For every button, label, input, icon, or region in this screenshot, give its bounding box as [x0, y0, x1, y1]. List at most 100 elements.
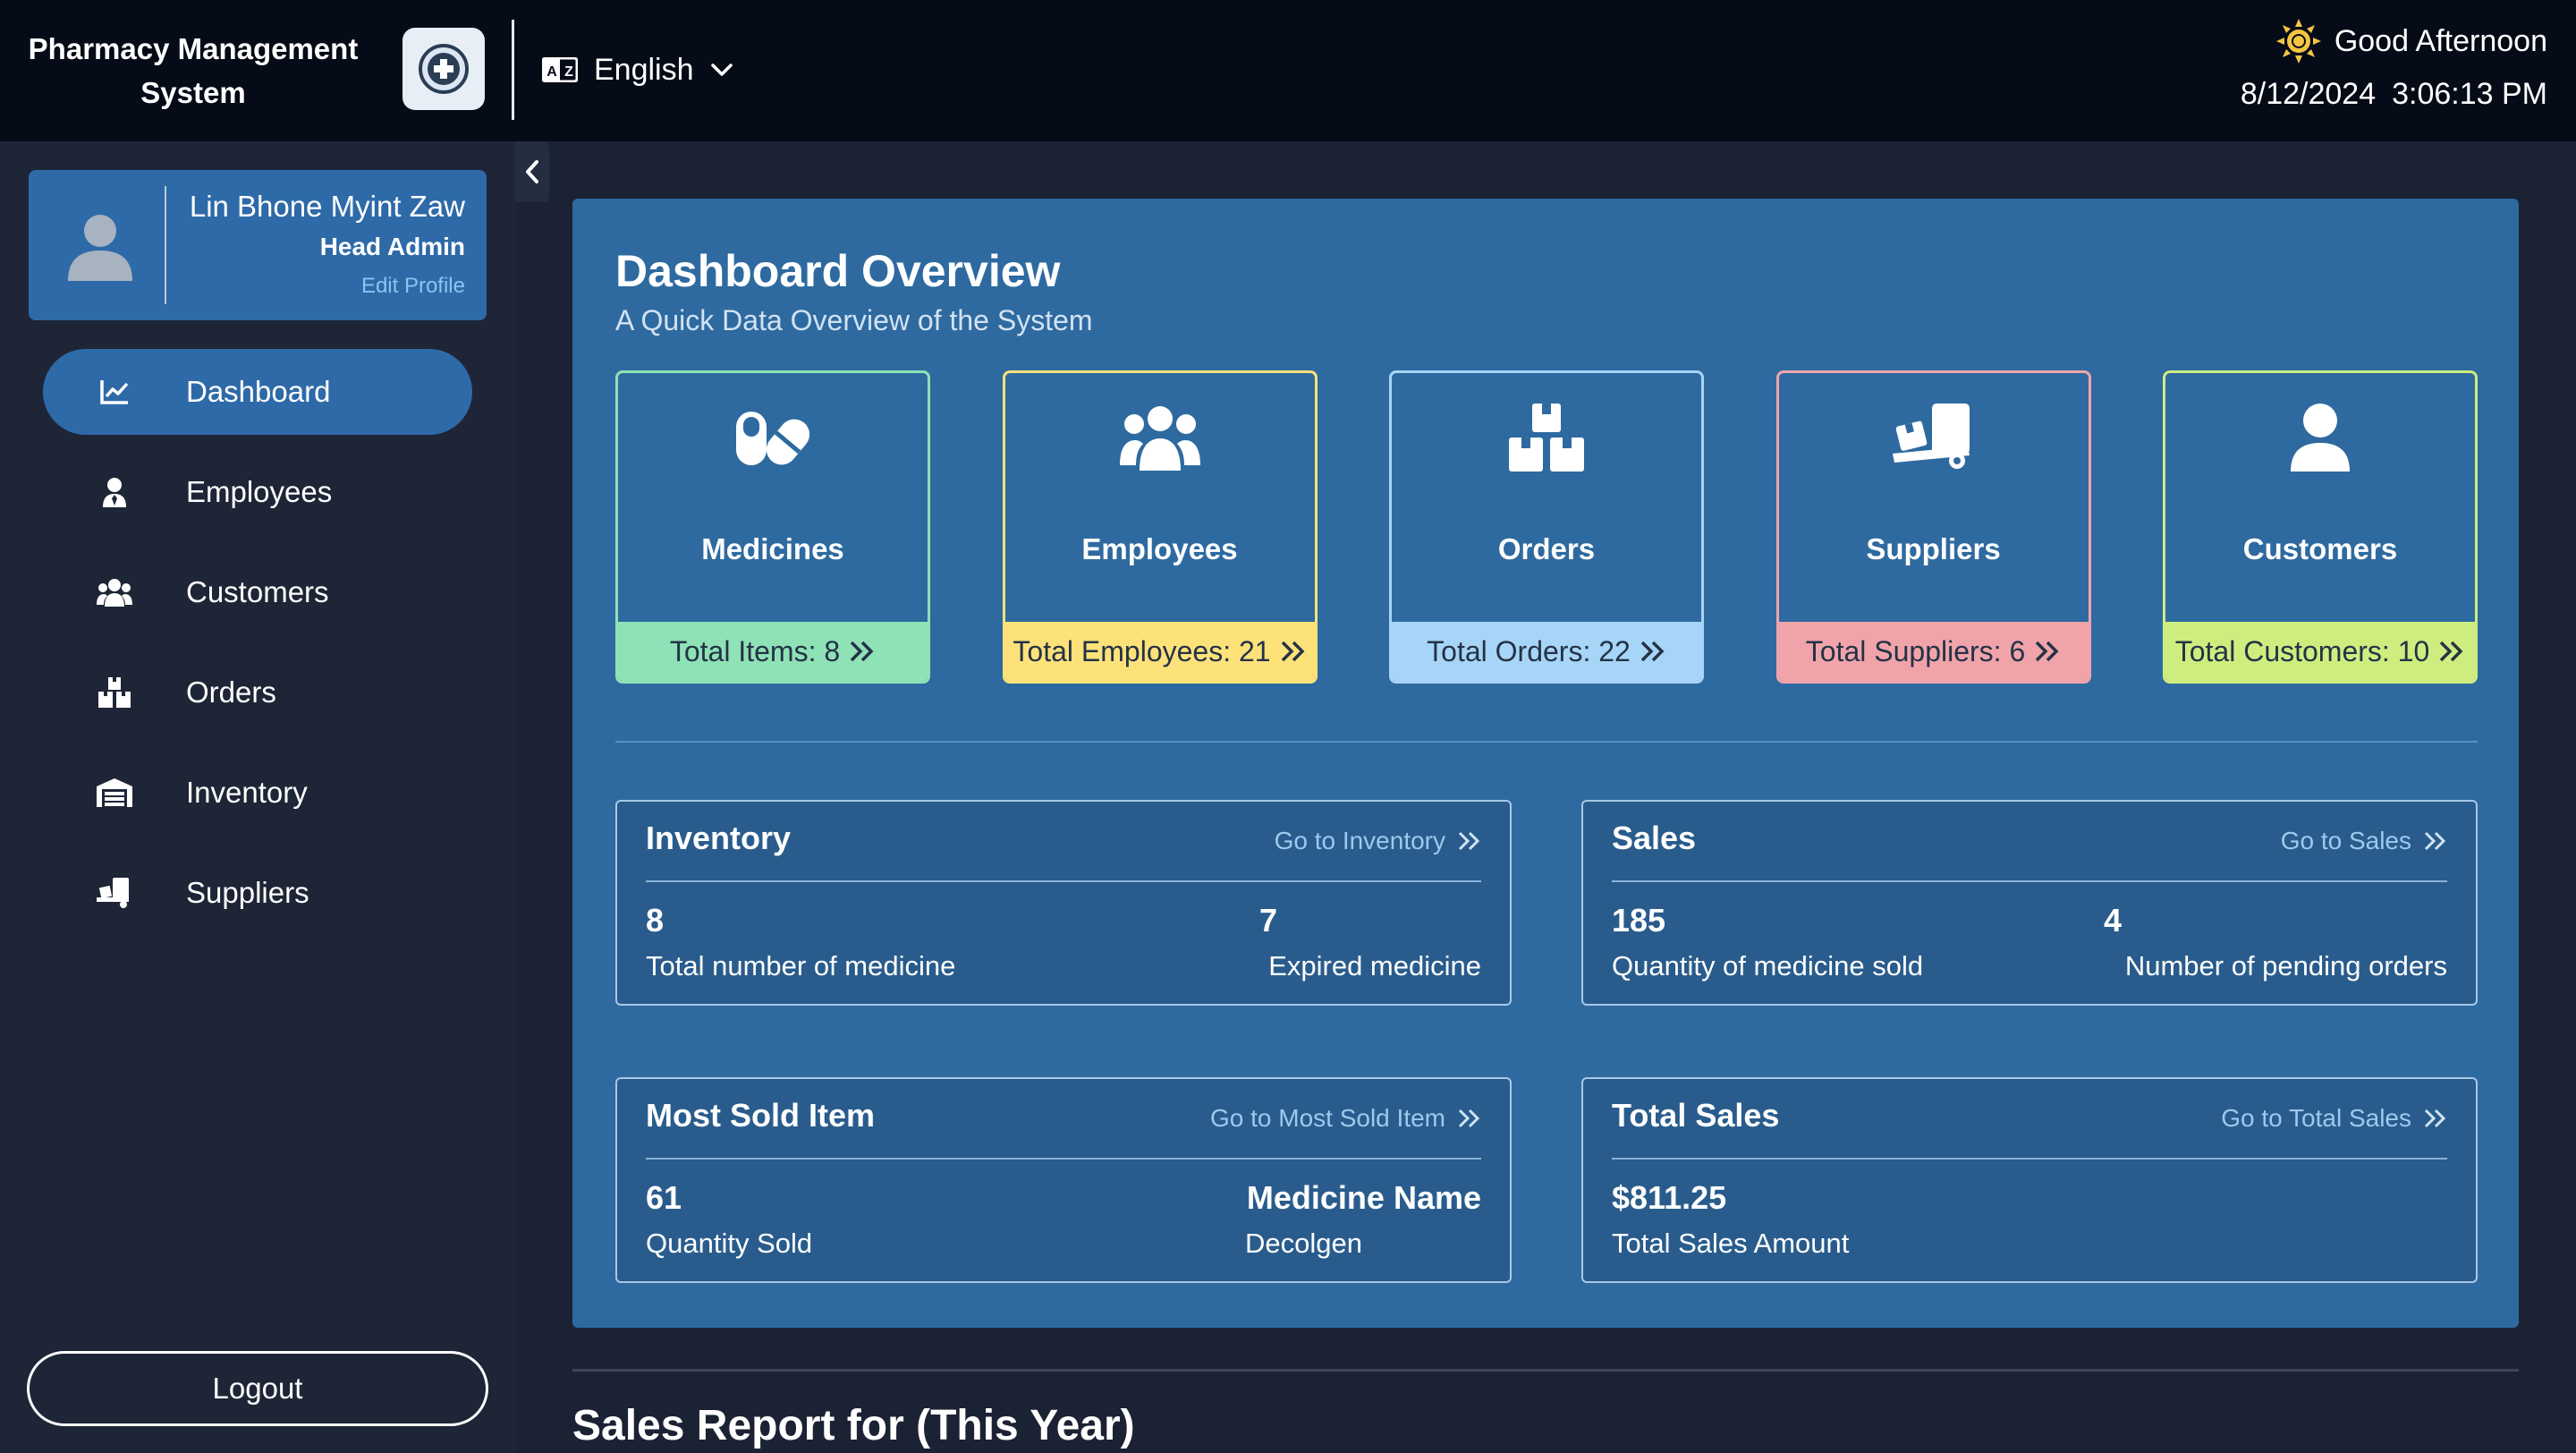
logout-button[interactable]: Logout [27, 1351, 488, 1426]
sidebar-item-label: Dashboard [186, 375, 331, 408]
current-time: 3:06:13 PM [2392, 77, 2547, 111]
total-sales-amount-label: Total Sales Amount [1612, 1228, 1850, 1259]
dolly-icon [1779, 400, 2089, 475]
chevron-down-icon [710, 64, 733, 76]
sidebar-item-dashboard[interactable]: Dashboard [43, 349, 472, 435]
panel-divider [646, 1158, 1481, 1160]
card-customers[interactable]: Customers Total Customers: 10 [2163, 370, 2478, 684]
users-icon [1005, 400, 1315, 475]
avatar-icon [68, 215, 132, 281]
most-sold-quantity-value: 61 [646, 1179, 682, 1216]
panel-title: Most Sold Item [646, 1097, 876, 1134]
sidebar-item-label: Employees [186, 475, 333, 508]
sidebar: Lin Bhone Myint Zaw Head Admin Edit Prof… [0, 141, 515, 1453]
panel-title: Inventory [646, 820, 792, 856]
pills-icon [618, 400, 928, 475]
pharmacy-logo[interactable] [402, 28, 485, 110]
total-medicine-label: Total number of medicine [646, 950, 956, 981]
language-icon: A Z [542, 57, 578, 82]
panel-divider [1612, 880, 2447, 882]
summary-cards: Medicines Total Items: 8 Employees Total… [615, 370, 2478, 684]
profile-divider [165, 186, 166, 304]
sidebar-item-suppliers[interactable]: Suppliers [43, 850, 472, 936]
card-footer[interactable]: Total Suppliers: 6 [1778, 622, 2089, 681]
quantity-sold-label: Quantity of medicine sold [1612, 950, 1924, 981]
sales-report-title: Sales Report for (This Year) [572, 1402, 1135, 1449]
greeting-text: Good Afternoon [2334, 23, 2547, 58]
medicine-name-heading: Medicine Name [1246, 1179, 1481, 1216]
card-orders[interactable]: Orders Total Orders: 22 [1389, 370, 1704, 684]
dashboard-overview: Dashboard Overview A Quick Data Overview… [572, 199, 2519, 1328]
chevron-left-icon [526, 160, 538, 183]
panel-divider [646, 880, 1481, 882]
card-footer-text: Total Customers: 10 [2174, 634, 2430, 667]
sidebar-item-label: Suppliers [186, 876, 309, 909]
double-chevron-right-icon [2035, 641, 2059, 662]
date-time: 8/12/2024 3:06:13 PM [2241, 77, 2547, 120]
card-footer-text: Total Orders: 22 [1427, 634, 1631, 667]
double-chevron-right-icon [1458, 1109, 1480, 1128]
main-content: Dashboard Overview A Quick Data Overview… [549, 141, 2576, 1453]
double-chevron-right-icon [1458, 831, 1480, 851]
card-employees[interactable]: Employees Total Employees: 21 [1002, 370, 1318, 684]
go-to-most-sold-item-link[interactable]: Go to Most Sold Item [1210, 1104, 1481, 1133]
sun-icon [2275, 19, 2321, 64]
double-chevron-right-icon [2440, 641, 2463, 662]
card-footer[interactable]: Total Items: 8 [618, 622, 928, 681]
sidebar-collapse-button[interactable] [515, 141, 549, 202]
sidebar-item-employees[interactable]: Employees [43, 449, 472, 535]
language-selector[interactable]: A Z English [542, 47, 733, 93]
quantity-sold-value: 185 [1612, 902, 1666, 939]
profile-card: Lin Bhone Myint Zaw Head Admin Edit Prof… [29, 170, 487, 320]
inventory-panel: Inventory Go to Inventory 8 Total number… [615, 800, 1512, 1006]
dolly-icon [97, 875, 132, 911]
panel-divider [1612, 1158, 2447, 1160]
svg-text:Z: Z [564, 64, 573, 80]
warehouse-icon [97, 775, 132, 811]
total-medicine-value: 8 [646, 902, 665, 939]
current-date: 8/12/2024 [2240, 77, 2377, 111]
sidebar-item-label: Orders [186, 676, 276, 709]
card-footer[interactable]: Total Customers: 10 [2165, 622, 2475, 681]
card-footer-text: Total Employees: 21 [1013, 634, 1271, 667]
go-to-total-sales-link[interactable]: Go to Total Sales [2221, 1104, 2447, 1133]
medicine-name-value: Decolgen [1245, 1228, 1362, 1259]
card-footer[interactable]: Total Employees: 21 [1004, 622, 1315, 681]
sidebar-item-orders[interactable]: Orders [43, 650, 472, 735]
sales-panel: Sales Go to Sales 185 Quantity of medici… [1581, 800, 2478, 1006]
page-subtitle: A Quick Data Overview of the System [615, 304, 1093, 336]
user-icon [2165, 400, 2475, 475]
user-tie-icon [97, 474, 132, 510]
pending-orders-value: 4 [2104, 902, 2123, 939]
go-to-inventory-link[interactable]: Go to Inventory [1275, 827, 1481, 855]
header-divider [512, 20, 514, 120]
card-suppliers[interactable]: Suppliers Total Suppliers: 6 [1775, 370, 2091, 684]
language-label: English [594, 52, 694, 87]
card-footer-text: Total Suppliers: 6 [1805, 634, 2026, 667]
top-bar: Pharmacy Management System A Z English G… [0, 0, 2576, 141]
panel-link-text: Go to Most Sold Item [1210, 1104, 1445, 1132]
card-label: Employees [1081, 532, 1238, 565]
go-to-sales-link[interactable]: Go to Sales [2281, 827, 2447, 855]
medical-logo-icon [419, 44, 469, 94]
sidebar-item-customers[interactable]: Customers [43, 549, 472, 635]
card-footer-text: Total Items: 8 [669, 634, 841, 667]
page-title: Dashboard Overview [615, 246, 1061, 296]
double-chevron-right-icon [1640, 641, 1665, 662]
double-chevron-right-icon [2424, 1109, 2446, 1128]
users-icon [97, 574, 132, 610]
card-label: Orders [1497, 532, 1596, 565]
double-chevron-right-icon [2424, 831, 2446, 851]
panel-title: Sales [1612, 820, 1697, 856]
sidebar-item-label: Customers [186, 575, 329, 608]
card-footer[interactable]: Total Orders: 22 [1392, 622, 1701, 681]
profile-name: Lin Bhone Myint Zaw [189, 190, 465, 223]
double-chevron-right-icon [850, 641, 874, 662]
edit-profile-link[interactable]: Edit Profile [361, 274, 465, 299]
expired-medicine-value: 7 [1259, 902, 1278, 939]
card-medicines[interactable]: Medicines Total Items: 8 [615, 370, 930, 684]
double-chevron-right-icon [1281, 641, 1305, 662]
sidebar-item-inventory[interactable]: Inventory [43, 750, 472, 836]
sidebar-item-label: Inventory [186, 776, 308, 809]
boxes-icon [1392, 400, 1701, 475]
